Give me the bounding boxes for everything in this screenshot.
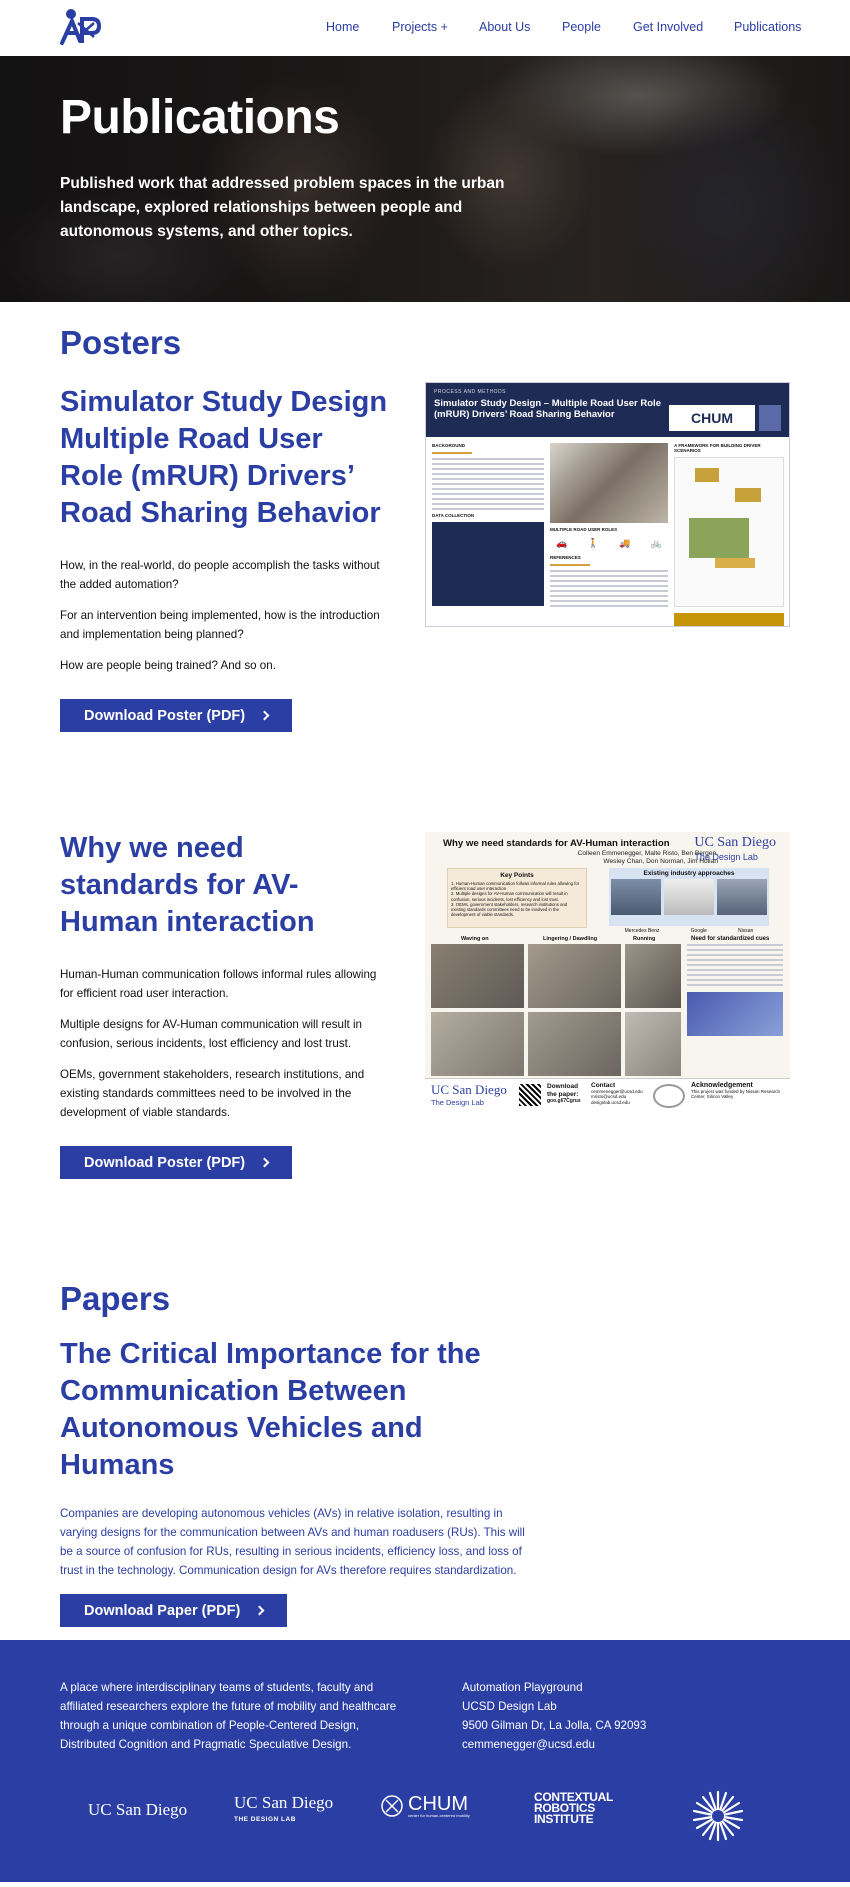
poster-title: Simulator Study Design Multiple Road Use… bbox=[60, 386, 388, 529]
existing-approaches-box: Existing industry approaches bbox=[609, 868, 769, 926]
chevron-right-icon bbox=[259, 1157, 270, 1168]
column-label: Lingering / Dawdling bbox=[543, 936, 598, 942]
brand-label: Mercedes Benz bbox=[624, 928, 660, 934]
poster-paragraph: For an intervention being implemented, h… bbox=[60, 609, 380, 641]
paper-abstract: Companies are developing autonomous vehi… bbox=[60, 1507, 525, 1577]
papers-section: Papers The Critical Importance for the C… bbox=[0, 1280, 850, 1640]
poster-title: Why we need standards for AV-Human inter… bbox=[60, 832, 315, 938]
chevron-right-icon bbox=[259, 710, 270, 721]
poster-footer-bar bbox=[674, 613, 784, 626]
poster-kicker: PROCESS AND METHODS bbox=[434, 389, 507, 395]
key-points-box: Key Points 1. Human-Human communication … bbox=[447, 868, 587, 928]
contextual-robotics-logo[interactable]: CONTEXTUAL ROBOTICS INSTITUTE bbox=[534, 1791, 613, 1825]
download-button-label: Download Paper (PDF) bbox=[84, 1602, 241, 1619]
brand-label: Google bbox=[690, 928, 707, 934]
poster-section-label: MULTIPLE ROAD USER ROLES bbox=[550, 527, 618, 532]
site-footer: A place where interdisciplinary teams of… bbox=[0, 1640, 850, 1882]
chevron-right-icon bbox=[254, 1605, 265, 1616]
qr-code-icon bbox=[519, 1084, 541, 1106]
poster-paragraph: OEMs, government stakeholders, research … bbox=[60, 1068, 365, 1119]
download-button-label: Download Poster (PDF) bbox=[84, 1154, 246, 1171]
column-label: Running bbox=[633, 936, 656, 942]
poster-section-label: DATA COLLECTION bbox=[432, 513, 475, 518]
pedestrian-icon: 🚶 bbox=[587, 538, 599, 548]
download-poster-button[interactable]: Download Poster (PDF) bbox=[60, 1146, 293, 1179]
column-label: Waving on bbox=[461, 936, 489, 942]
posters-heading: Posters bbox=[60, 324, 182, 361]
poster-thumbnail[interactable]: PROCESS AND METHODS Simulator Study Desi… bbox=[425, 382, 790, 627]
truck-icon: 🚚 bbox=[619, 538, 631, 548]
bicycle-icon: 🚲 bbox=[650, 538, 662, 548]
nav-projects[interactable]: Projects + bbox=[392, 20, 448, 34]
hero-banner: Publications Published work that address… bbox=[0, 56, 850, 302]
poster-paragraph: How, in the real-world, do people accomp… bbox=[60, 559, 380, 591]
footer-email-link[interactable]: cemmenegger@ucsd.edu bbox=[462, 1735, 646, 1754]
nav-home[interactable]: Home bbox=[326, 20, 359, 34]
page-title: Publications bbox=[60, 91, 340, 144]
poster-thumb-title: Simulator Study Design – Multiple Road U… bbox=[434, 398, 661, 420]
poster-thumb-title: Why we need standards for AV-Human inter… bbox=[443, 838, 670, 849]
simulator-photo bbox=[550, 443, 668, 523]
top-nav: Home Projects + About Us People Get Invo… bbox=[0, 0, 850, 56]
poster-thumbnail[interactable]: Why we need standards for AV-Human inter… bbox=[425, 832, 790, 1112]
paper-title: The Critical Importance for the Communic… bbox=[60, 1338, 481, 1481]
ucsd-logo[interactable]: UC San Diego bbox=[88, 1800, 187, 1820]
poster-table bbox=[432, 522, 544, 606]
poster-paragraph: Multiple designs for AV-Human communicat… bbox=[60, 1018, 362, 1050]
design-lab-logo[interactable]: UC San Diego THE DESIGN LAB bbox=[234, 1794, 333, 1828]
chum-emblem-icon bbox=[381, 1795, 403, 1817]
poster-bottom-strip: UC San Diego The Design Lab Download the… bbox=[425, 1078, 790, 1112]
poster-section-label: BACKGROUND bbox=[432, 443, 465, 448]
poster-section-label: A FRAMEWORK FOR BUILDING DRIVER SCENARIO… bbox=[674, 443, 761, 453]
download-button-label: Download Poster (PDF) bbox=[84, 707, 246, 724]
nav-publications[interactable]: Publications bbox=[734, 20, 801, 34]
chum-logo: CHUM bbox=[669, 405, 755, 431]
nav-get-involved[interactable]: Get Involved bbox=[633, 20, 703, 34]
chum-logo[interactable]: CHUM center for human-centered mobility bbox=[380, 1794, 470, 1818]
sunburst-logo[interactable] bbox=[692, 1790, 744, 1842]
nissan-logo bbox=[653, 1084, 685, 1108]
poster-paragraph: Human-Human communication follows inform… bbox=[60, 968, 377, 1000]
car-icon: 🚗 bbox=[556, 538, 568, 548]
framework-diagram bbox=[674, 457, 784, 607]
nav-about-us[interactable]: About Us bbox=[479, 20, 530, 34]
posters-section: Posters Simulator Study Design Multiple … bbox=[0, 302, 850, 1280]
footer-address: Automation Playground UCSD Design Lab 95… bbox=[462, 1678, 646, 1754]
papers-heading: Papers bbox=[60, 1280, 171, 1317]
brand-label: Nissan bbox=[738, 928, 754, 934]
poster-section-label: REFERENCES bbox=[550, 555, 581, 560]
standardized-cues-heading: Need for standardized cues bbox=[691, 936, 770, 942]
download-poster-button[interactable]: Download Poster (PDF) bbox=[60, 699, 293, 732]
photo-grid bbox=[431, 944, 681, 1076]
hero-subtitle: Published work that addressed problem sp… bbox=[60, 175, 505, 240]
footer-about: A place where interdisciplinary teams of… bbox=[60, 1681, 397, 1751]
nav-people[interactable]: People bbox=[562, 20, 601, 34]
poster-photo bbox=[759, 405, 781, 431]
poster-paragraph: How are people being trained? And so on. bbox=[60, 659, 276, 672]
ucsd-logo: UC San Diego The Design Lab bbox=[694, 835, 776, 863]
download-paper-button[interactable]: Download Paper (PDF) bbox=[60, 1594, 288, 1627]
